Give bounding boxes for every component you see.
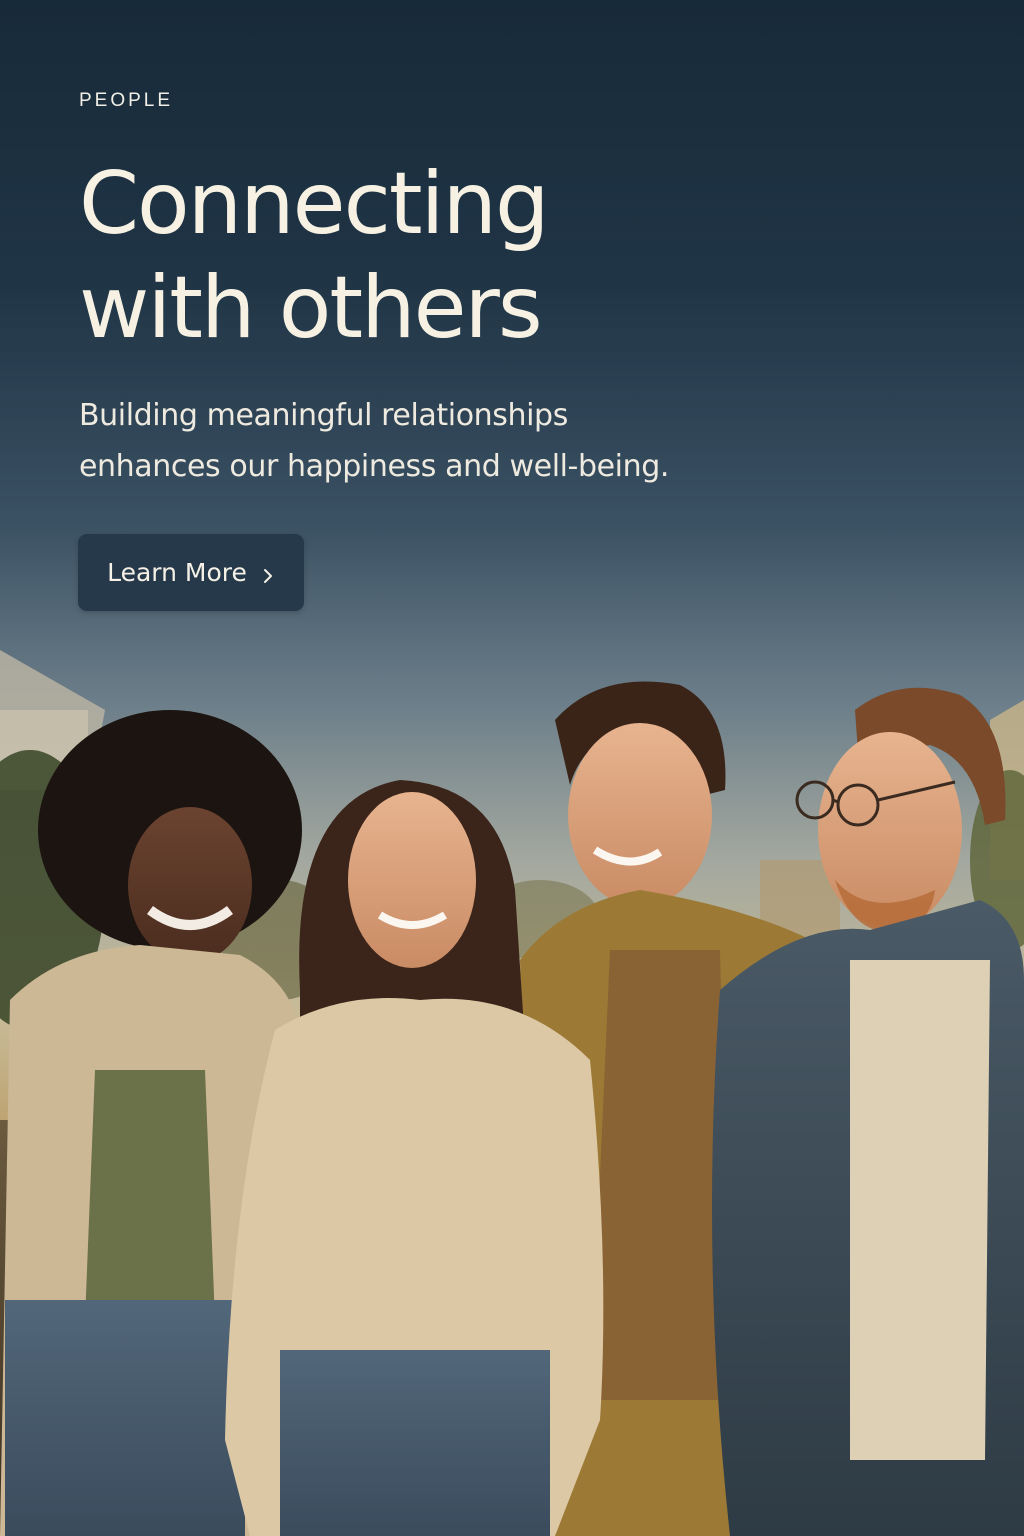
learn-more-label: Learn More	[107, 558, 247, 587]
hero-subtitle: Building meaningful relationships enhanc…	[79, 390, 939, 492]
page-title: Connecting with others	[79, 152, 939, 360]
headline-line-2: with others	[79, 258, 543, 358]
headline-line-1: Connecting	[79, 154, 550, 254]
hero-page: PEOPLE Connecting with others Building m…	[0, 0, 1024, 1536]
subtitle-line-1: Building meaningful relationships	[79, 398, 568, 433]
hero-content: PEOPLE Connecting with others Building m…	[79, 88, 939, 492]
learn-more-button[interactable]: Learn More	[78, 534, 304, 611]
hero-photo	[0, 560, 1024, 1536]
chevron-right-icon	[261, 563, 275, 583]
subtitle-line-2: enhances our happiness and well-being.	[79, 449, 670, 484]
eyebrow-label: PEOPLE	[79, 90, 174, 111]
